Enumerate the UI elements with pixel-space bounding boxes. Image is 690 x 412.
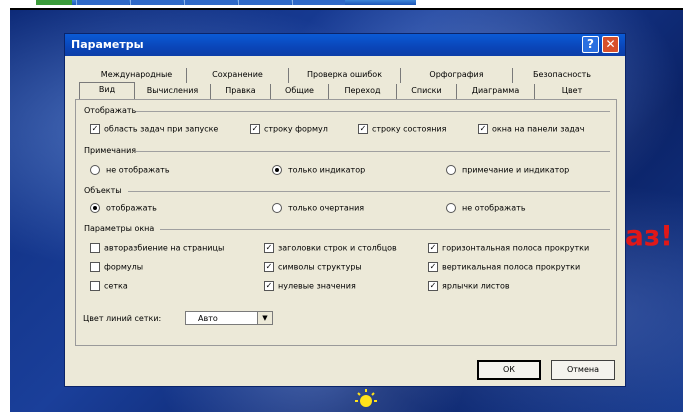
sun-icon xyxy=(355,389,377,407)
desktop-text: аз! xyxy=(625,219,673,252)
option-page-breaks[interactable]: авторазбиение на страницы xyxy=(90,243,224,253)
dialog-title: Параметры xyxy=(71,38,144,51)
tab-international[interactable]: Международные xyxy=(87,68,187,83)
radio-objects-show[interactable]: отображать xyxy=(90,203,157,213)
option-startup-task-pane[interactable]: ✓ область задач при запуске xyxy=(90,124,218,134)
group-divider xyxy=(136,151,610,152)
tab-general[interactable]: Общие xyxy=(271,84,329,99)
checkbox[interactable]: ✓ xyxy=(428,243,438,253)
option-zero-values[interactable]: ✓ нулевые значения xyxy=(264,281,356,291)
taskbar-button[interactable] xyxy=(130,0,183,5)
checkbox[interactable]: ✓ xyxy=(428,281,438,291)
radio-comments-indicator[interactable]: только индикатор xyxy=(272,165,365,175)
checkbox[interactable] xyxy=(90,243,100,253)
tab-spelling[interactable]: Орфография xyxy=(401,68,513,83)
checkbox[interactable] xyxy=(90,262,100,272)
help-button[interactable]: ? xyxy=(582,36,599,53)
group-title-show: Отображать xyxy=(84,106,137,115)
group-title-window-options: Параметры окна xyxy=(84,224,155,233)
radio-button[interactable] xyxy=(90,203,100,213)
tab-view[interactable]: Вид xyxy=(79,82,135,99)
checkbox[interactable]: ✓ xyxy=(264,262,274,272)
option-windows-in-taskbar[interactable]: ✓ окна на панели задач xyxy=(478,124,585,134)
start-button[interactable] xyxy=(36,0,72,5)
radio-objects-outline[interactable]: только очертания xyxy=(272,203,364,213)
option-formula-bar[interactable]: ✓ строку формул xyxy=(250,124,328,134)
option-row-column-headers[interactable]: ✓ заголовки строк и столбцов xyxy=(264,243,397,253)
radio-comments-none[interactable]: не отображать xyxy=(90,165,170,175)
options-dialog: Параметры ? ✕ Международные Сохранение П… xyxy=(64,33,626,387)
taskbar-button[interactable] xyxy=(238,0,291,5)
tab-error-checking[interactable]: Проверка ошибок xyxy=(289,68,401,83)
radio-objects-hide[interactable]: не отображать xyxy=(446,203,526,213)
group-title-objects: Объекты xyxy=(84,186,122,195)
tab-edit[interactable]: Правка xyxy=(211,84,271,99)
group-divider xyxy=(136,111,610,112)
tab-transition[interactable]: Переход xyxy=(329,84,397,99)
tab-save[interactable]: Сохранение xyxy=(187,68,289,83)
radio-button[interactable] xyxy=(446,203,456,213)
taskbar-button[interactable] xyxy=(184,0,237,5)
option-formulas[interactable]: формулы xyxy=(90,262,143,272)
taskbar-button[interactable] xyxy=(292,0,345,5)
group-title-comments: Примечания xyxy=(84,146,137,155)
checkbox[interactable]: ✓ xyxy=(478,124,488,134)
group-divider xyxy=(128,191,610,192)
option-horizontal-scrollbar[interactable]: ✓ горизонтальная полоса прокрутки xyxy=(428,243,589,253)
chevron-down-icon[interactable]: ▼ xyxy=(257,312,272,324)
radio-comments-and-indicator[interactable]: примечание и индикатор xyxy=(446,165,569,175)
ok-button[interactable]: ОК xyxy=(477,360,541,380)
tab-chart[interactable]: Диаграмма xyxy=(457,84,535,99)
radio-button[interactable] xyxy=(272,203,282,213)
grid-color-label: Цвет линий сетки: xyxy=(83,314,162,323)
checkbox[interactable]: ✓ xyxy=(264,243,274,253)
cancel-button[interactable]: Отмена xyxy=(551,360,615,380)
checkbox[interactable]: ✓ xyxy=(250,124,260,134)
radio-button[interactable] xyxy=(272,165,282,175)
option-status-bar[interactable]: ✓ строку состояния xyxy=(358,124,446,134)
grid-color-select[interactable]: Авто ▼ xyxy=(185,311,273,325)
option-sheet-tabs[interactable]: ✓ ярлычки листов xyxy=(428,281,510,291)
checkbox[interactable] xyxy=(90,281,100,291)
tab-calculation[interactable]: Вычисления xyxy=(135,84,211,99)
title-bar[interactable]: Параметры ? ✕ xyxy=(65,34,625,56)
tab-color[interactable]: Цвет xyxy=(535,84,609,99)
close-button[interactable]: ✕ xyxy=(602,36,619,53)
taskbar-button[interactable] xyxy=(76,0,129,5)
tab-panel: Отображать ✓ область задач при запуске ✓ с… xyxy=(75,99,617,346)
grid-color-value: Авто xyxy=(198,314,218,323)
group-divider xyxy=(160,229,610,230)
tab-lists[interactable]: Списки xyxy=(397,84,457,99)
option-vertical-scrollbar[interactable]: ✓ вертикальная полоса прокрутки xyxy=(428,262,580,272)
option-gridlines[interactable]: сетка xyxy=(90,281,128,291)
tab-security[interactable]: Безопасность xyxy=(513,68,611,83)
checkbox[interactable]: ✓ xyxy=(428,262,438,272)
radio-button[interactable] xyxy=(90,165,100,175)
option-outline-symbols[interactable]: ✓ символы структуры xyxy=(264,262,362,272)
taskbar xyxy=(0,0,690,8)
checkbox[interactable]: ✓ xyxy=(264,281,274,291)
radio-button[interactable] xyxy=(446,165,456,175)
checkbox[interactable]: ✓ xyxy=(358,124,368,134)
checkbox[interactable]: ✓ xyxy=(90,124,100,134)
